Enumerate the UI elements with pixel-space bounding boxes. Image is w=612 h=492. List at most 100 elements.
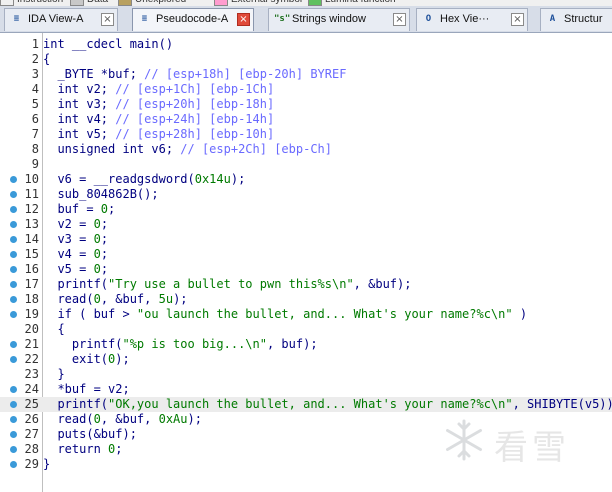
code-line[interactable]: 13 v2 = 0; [0,217,612,232]
close-tab-icon[interactable]: × [393,13,406,26]
tab-structur[interactable]: A Structur [540,8,612,31]
breakpoint-dot-icon[interactable] [10,191,17,198]
code-token: // [esp+24h] [ebp-14h] [115,112,275,126]
breakpoint-dot-icon[interactable] [10,431,17,438]
structures-icon: A [549,14,556,24]
code-line[interactable]: 11 sub_804862B(); [0,187,612,202]
code-token: ; [100,217,109,231]
code-line[interactable]: 10 v6 = __readgsdword(0x14u); [0,172,612,187]
code-line[interactable]: 24 *buf = v2; [0,382,612,397]
tab-ida-view-a[interactable]: ≡ IDA View-A × [4,8,118,31]
code-line[interactable]: 21 printf("%p is too big...\n", buf); [0,337,612,352]
close-tab-icon[interactable]: × [237,13,250,26]
tab-hex-vie[interactable]: O Hex Vie··· × [416,8,528,31]
code-line[interactable]: 25 printf("OK,you launch the bullet, and… [0,397,612,412]
code-token: exit( [43,352,109,366]
breakpoint-dot-icon[interactable] [10,221,17,228]
breakpoint-dot-icon[interactable] [10,266,17,273]
code-text: printf("Try use a bullet to pwn this%s\n… [43,277,411,292]
code-line[interactable]: 23 } [0,367,612,382]
code-token: ; [108,202,116,216]
breakpoint-dot-icon[interactable] [10,311,17,318]
code-text: int v3; // [esp+20h] [ebp-18h] [43,97,274,112]
code-line[interactable]: 20 { [0,322,612,337]
tab-label: Strings window [292,13,366,25]
code-line[interactable]: 4 int v2; // [esp+1Ch] [ebp-1Ch] [0,82,612,97]
code-token: 0 [93,412,101,426]
code-token: ); [187,412,202,426]
line-number: 18 [24,292,39,306]
code-line[interactable]: 5 int v3; // [esp+20h] [ebp-18h] [0,97,612,112]
breakpoint-dot-icon[interactable] [10,341,17,348]
code-token: v5 = [43,262,94,276]
code-line[interactable]: 17 printf("Try use a bullet to pwn this%… [0,277,612,292]
code-token: ; [100,247,109,261]
code-line[interactable]: 6 int v4; // [esp+24h] [ebp-14h] [0,112,612,127]
code-token: puts(&buf); [43,427,137,441]
code-line[interactable]: 12 buf = 0; [0,202,612,217]
code-token: ); [115,352,130,366]
breakpoint-dot-icon[interactable] [10,461,17,468]
line-number: 13 [24,217,39,231]
tab-label: Structur [564,13,603,25]
code-token: 0 [93,232,101,246]
line-number: 4 [31,82,39,96]
code-token: ; [115,442,123,456]
close-tab-icon[interactable]: × [101,13,114,26]
code-line[interactable]: 22 exit(0); [0,352,612,367]
code-line[interactable]: 16 v5 = 0; [0,262,612,277]
line-number: 17 [24,277,39,291]
code-text: int __cdecl main() [43,37,173,52]
code-token: int v5; [43,127,116,141]
code-line[interactable]: 7 int v5; // [esp+28h] [ebp-10h] [0,127,612,142]
code-text: int v2; // [esp+1Ch] [ebp-1Ch] [43,82,274,97]
line-number: 26 [24,412,39,426]
breakpoint-dot-icon[interactable] [10,386,17,393]
breakpoint-dot-icon[interactable] [10,401,17,408]
code-line[interactable]: 18 read(0, &buf, 5u); [0,292,612,307]
code-line[interactable]: 3 _BYTE *buf; // [esp+18h] [ebp-20h] BYR… [0,67,612,82]
code-line[interactable]: 2{ [0,52,612,67]
breakpoint-dot-icon[interactable] [10,176,17,183]
code-token: // [esp+28h] [ebp-10h] [115,127,275,141]
code-line[interactable]: 9 [0,157,612,172]
code-line[interactable]: 19 if ( buf > "ou launch the bullet, and… [0,307,612,322]
code-token: 0x14u [194,172,231,186]
code-text: read(0, &buf, 0xAu); [43,412,202,427]
code-token: printf( [43,397,109,411]
line-number: 8 [31,142,39,156]
code-token: , SHIBYTE(v5)); [512,397,612,411]
legend-label: External symbol [231,0,302,5]
code-text: } [43,457,50,472]
code-text: v3 = 0; [43,232,108,247]
breakpoint-dot-icon[interactable] [10,446,17,453]
code-token: unsigned int v6; [43,142,181,156]
breakpoint-dot-icon[interactable] [10,356,17,363]
code-line[interactable]: 14 v3 = 0; [0,232,612,247]
watermark: 看雪 [442,412,602,468]
code-line[interactable]: 1 int __cdecl main() [0,37,612,52]
code-text: printf("%p is too big...\n", buf); [43,337,318,352]
breakpoint-dot-icon[interactable] [10,206,17,213]
breakpoint-dot-icon[interactable] [10,251,17,258]
breakpoint-dot-icon[interactable] [10,296,17,303]
code-token: __cdecl main() [64,37,174,51]
breakpoint-dot-icon[interactable] [10,281,17,288]
line-number: 20 [24,322,39,336]
close-tab-icon[interactable]: × [511,13,524,26]
code-token: 0 [93,217,101,231]
breakpoint-dot-icon[interactable] [10,416,17,423]
tab-pseudocode-a[interactable]: ≡ Pseudocode-A × [132,8,254,31]
legend-label: Instruction [17,0,63,5]
code-token: , &buf); [353,277,412,291]
line-number: 22 [24,352,39,366]
code-line[interactable]: 15 v4 = 0; [0,247,612,262]
breakpoint-dot-icon[interactable] [10,236,17,243]
tab-strings-window[interactable]: "s" Strings window × [268,8,410,31]
pseudocode-icon: ≡ [141,14,148,24]
code-text: *buf = v2; [43,382,129,397]
code-line[interactable]: 8 unsigned int v6; // [esp+2Ch] [ebp-Ch] [0,142,612,157]
code-token: printf( [43,277,109,291]
legend-label: Data [87,0,108,5]
code-token: // [esp+20h] [ebp-18h] [115,97,275,111]
